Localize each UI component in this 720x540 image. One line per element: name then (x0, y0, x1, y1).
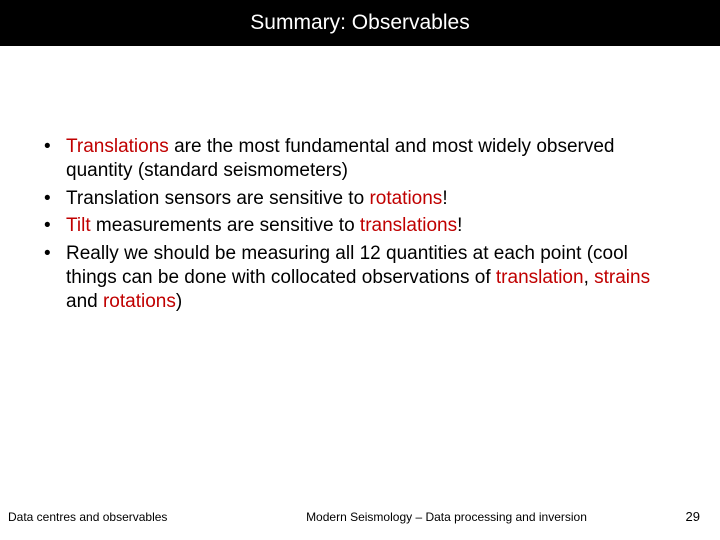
bullet-item: Really we should be measuring all 12 qua… (38, 242, 660, 313)
highlight-text: rotations (369, 188, 442, 209)
body-text: measurements are sensitive to (91, 215, 360, 236)
highlight-text: strains (594, 267, 650, 288)
bullet-item: Tilt measurements are sensitive to trans… (38, 214, 660, 238)
highlight-text: rotations (103, 291, 176, 312)
body-text: , (584, 267, 595, 288)
highlight-text: translation (496, 267, 584, 288)
slide: Summary: Observables Translations are th… (0, 0, 720, 540)
highlight-text: translations (360, 215, 457, 236)
body-text: and (66, 291, 103, 312)
body-text: ) (176, 291, 182, 312)
body-text: ! (457, 215, 462, 236)
page-number: 29 (686, 509, 700, 524)
title-bar: Summary: Observables (0, 0, 720, 46)
content-area: Translations are the most fundamental an… (38, 135, 660, 317)
footer-left: Data centres and observables (8, 510, 167, 524)
body-text: Translation sensors are sensitive to (66, 188, 369, 209)
bullet-list: Translations are the most fundamental an… (38, 135, 660, 313)
body-text: ! (442, 188, 447, 209)
bullet-item: Translation sensors are sensitive to rot… (38, 187, 660, 211)
bullet-item: Translations are the most fundamental an… (38, 135, 660, 183)
footer-center: Modern Seismology – Data processing and … (167, 510, 685, 524)
highlight-text: Tilt (66, 215, 91, 236)
slide-title: Summary: Observables (250, 11, 469, 35)
highlight-text: Translations (66, 136, 169, 157)
footer: Data centres and observables Modern Seis… (0, 509, 720, 524)
